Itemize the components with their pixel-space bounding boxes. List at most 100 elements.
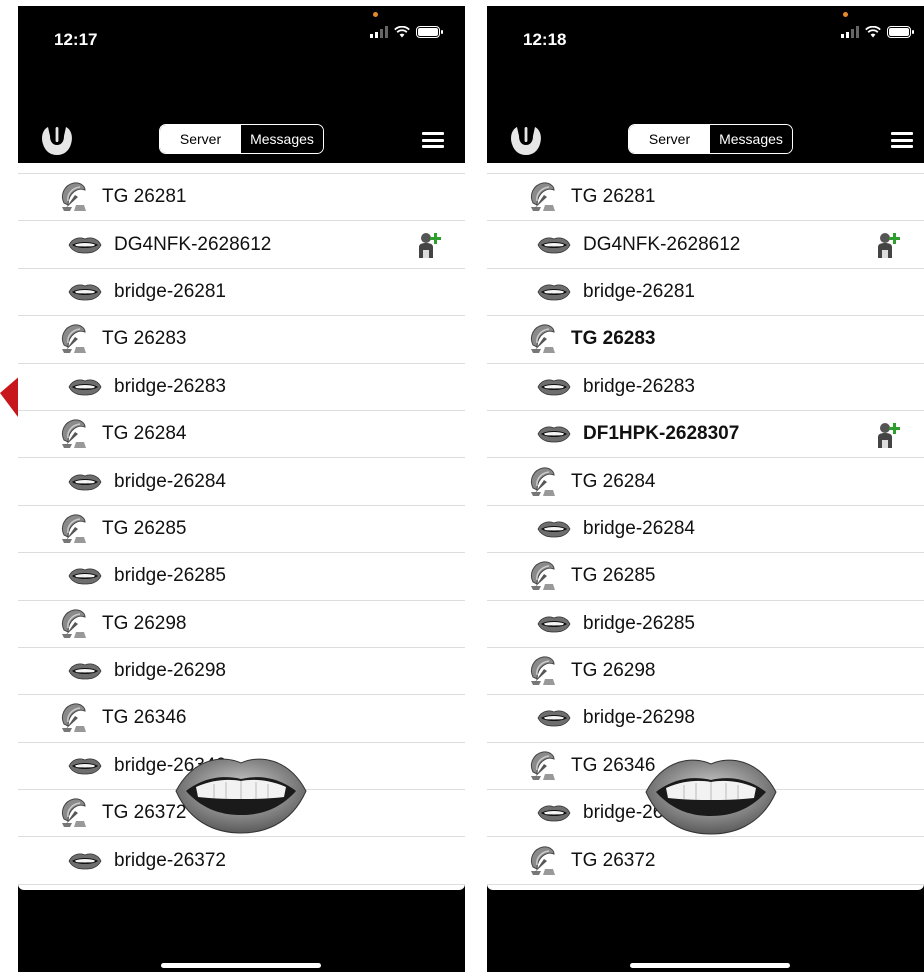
satellite-dish-icon [530, 561, 555, 591]
row-label: bridge-26284 [114, 470, 226, 492]
satellite-dish-icon [61, 798, 86, 828]
satellite-dish-icon [530, 466, 555, 496]
home-indicator [161, 963, 321, 968]
row-label: DG4NFK-2628612 [583, 233, 741, 255]
row-label: DF1HPK-2628307 [583, 423, 740, 445]
tab-messages[interactable]: Messages [710, 125, 792, 153]
row-label: TG 26298 [571, 660, 656, 682]
row-label: bridge-26298 [114, 660, 226, 682]
user-row[interactable]: bridge-26284 [487, 506, 924, 554]
row-label: TG 26283 [102, 328, 187, 350]
row-label: TG 26346 [102, 707, 187, 729]
talkgroup-row[interactable]: TG 26285 [487, 553, 924, 601]
user-row[interactable]: bridge-26285 [18, 553, 465, 601]
satellite-dish-icon [61, 182, 86, 212]
mouth-icon [68, 379, 102, 396]
user-row[interactable]: bridge-26285 [487, 601, 924, 648]
mouth-icon [537, 616, 571, 633]
battery-icon [887, 26, 914, 38]
user-row[interactable]: bridge-26283 [487, 364, 924, 411]
talkgroup-row[interactable]: TG 26346 [18, 695, 465, 743]
talkgroup-row[interactable]: TG 26284 [18, 411, 465, 459]
talkgroup-row[interactable]: TG 26372 [487, 837, 924, 885]
user-row[interactable]: DF1HPK-2628307 [487, 411, 924, 459]
mouth-icon [537, 426, 571, 443]
row-label: TG 26285 [102, 517, 187, 539]
row-label: bridge-26283 [583, 375, 695, 397]
talkgroup-row[interactable]: TG 26285 [18, 506, 465, 554]
phone-screen-left: 12:17 Server Messages TG 26281 DG4NFK-262… [18, 6, 465, 972]
phone-screen-right: 12:18 Server Messages TG 26281 DG4NFK-262… [487, 6, 924, 972]
user-row[interactable]: bridge-26281 [487, 269, 924, 317]
mouth-icon [537, 521, 571, 538]
row-label: TG 26281 [571, 186, 656, 208]
mouth-icon [537, 379, 571, 396]
talkgroup-row[interactable]: TG 26281 [18, 174, 465, 222]
row-label: bridge-26372 [114, 849, 226, 871]
satellite-dish-icon [530, 324, 555, 354]
user-add-icon[interactable] [876, 232, 900, 259]
tab-messages[interactable]: Messages [241, 125, 323, 153]
status-time: 12:17 [54, 30, 98, 49]
satellite-dish-icon [61, 324, 86, 354]
user-row[interactable]: DG4NFK-2628612 [18, 221, 465, 269]
wifi-icon [394, 26, 410, 38]
user-add-icon[interactable] [417, 232, 441, 259]
tab-server[interactable]: Server [629, 125, 710, 153]
user-row[interactable]: bridge-26284 [18, 458, 465, 506]
row-label: TG 26284 [571, 470, 656, 492]
row-label: bridge-26281 [114, 280, 226, 302]
cellular-signal-icon [370, 26, 388, 38]
satellite-dish-icon [61, 514, 86, 543]
mouth-icon [68, 568, 102, 585]
user-row[interactable]: DG4NFK-2628612 [487, 221, 924, 269]
talkgroup-row[interactable]: TG 26298 [18, 601, 465, 648]
home-indicator [630, 963, 790, 968]
satellite-dish-icon [530, 182, 555, 212]
user-add-icon[interactable] [876, 422, 900, 448]
tab-server[interactable]: Server [160, 125, 241, 153]
mouth-icon [537, 805, 571, 822]
user-row[interactable]: bridge-26298 [18, 648, 465, 696]
row-label: TG 26283 [571, 328, 656, 350]
app-logo-icon[interactable] [509, 124, 543, 158]
row-label: TG 26284 [102, 423, 187, 445]
mouth-icon [68, 853, 102, 870]
battery-icon [416, 26, 443, 38]
row-label: bridge-26298 [583, 707, 695, 729]
app-logo-icon[interactable] [40, 124, 74, 158]
privacy-indicator-dot [373, 12, 378, 17]
talkgroup-row[interactable]: TG 26283 [487, 316, 924, 364]
satellite-dish-icon [530, 751, 555, 780]
hamburger-menu-icon[interactable] [891, 132, 913, 148]
talkgroup-row[interactable]: TG 26283 [18, 316, 465, 364]
privacy-indicator-dot [843, 12, 848, 17]
mouth-icon [68, 237, 102, 253]
mouth-icon [68, 663, 102, 680]
talkgroup-row[interactable]: TG 26284 [487, 458, 924, 506]
user-row[interactable]: bridge-26283 [18, 364, 465, 411]
speaking-mouth-icon [645, 759, 777, 835]
segmented-control: Server Messages [159, 124, 324, 154]
wifi-icon [865, 26, 881, 38]
hamburger-menu-icon[interactable] [422, 132, 444, 148]
row-label: bridge-26283 [114, 375, 226, 397]
mouth-icon [537, 710, 571, 727]
talkgroup-row[interactable]: TG 26281 [487, 174, 924, 222]
row-label: bridge-26281 [583, 280, 695, 302]
talkgroup-row[interactable]: TG 26298 [487, 648, 924, 696]
user-row[interactable]: bridge-26281 [18, 269, 465, 317]
row-label: TG 26285 [571, 565, 656, 587]
cellular-signal-icon [841, 26, 859, 38]
status-icons [841, 26, 914, 38]
mouth-icon [68, 284, 102, 301]
mouth-icon [68, 758, 102, 775]
status-icons [370, 26, 443, 38]
satellite-dish-icon [61, 609, 86, 638]
speaking-mouth-icon [175, 758, 307, 834]
user-row[interactable]: bridge-26372 [18, 837, 465, 885]
row-label: bridge-26285 [583, 612, 695, 634]
row-label: DG4NFK-2628612 [114, 233, 272, 255]
satellite-dish-icon [530, 656, 555, 686]
user-row[interactable]: bridge-26298 [487, 695, 924, 743]
